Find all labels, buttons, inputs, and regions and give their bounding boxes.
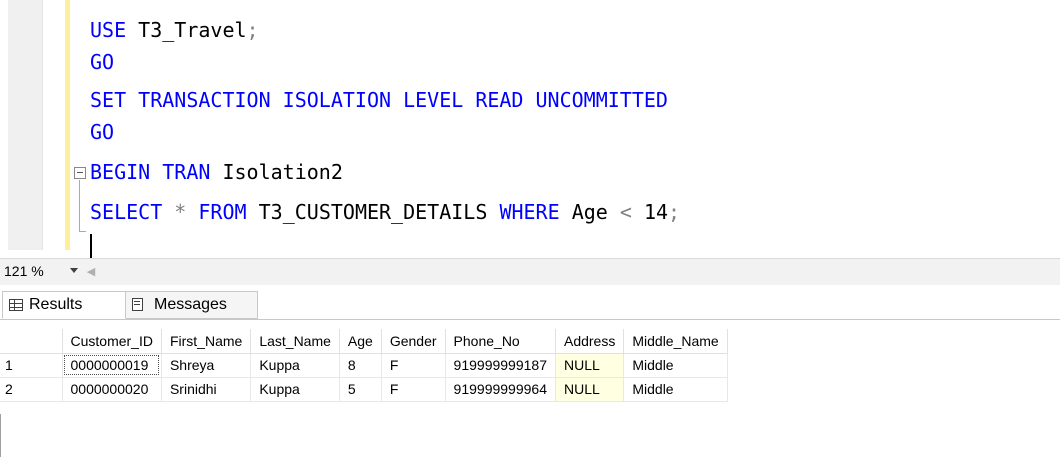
table-cell[interactable]: NULL	[555, 353, 625, 378]
table-cell[interactable]: NULL	[555, 377, 625, 402]
query-editor[interactable]: USE T3_Travel; GO SET TRANSACTION ISOLAT…	[0, 0, 1060, 258]
column-header[interactable]: First_Name	[161, 329, 252, 354]
zoom-level[interactable]: 121 %	[4, 263, 44, 279]
results-pane: Results Messages Customer_ID First_Name …	[0, 285, 1060, 457]
collapse-icon[interactable]	[74, 167, 86, 179]
results-tabs: Results Messages	[0, 285, 1060, 320]
grid-header-row: Customer_ID First_Name Last_Name Age Gen…	[0, 329, 728, 354]
table-cell[interactable]: Middle	[623, 353, 728, 378]
table-cell[interactable]: 0000000019	[62, 353, 162, 378]
pane-border	[0, 414, 1, 457]
code-token: Isolation2	[222, 160, 343, 184]
row-number[interactable]: 2	[0, 377, 63, 402]
code-token: ;	[668, 200, 681, 224]
table-cell[interactable]: 919999999187	[445, 353, 556, 378]
code-token: Age	[571, 200, 620, 224]
code-token: FROM	[198, 200, 259, 224]
table-cell[interactable]: 919999999964	[445, 377, 556, 402]
change-tracking-bar	[65, 0, 70, 250]
code-line[interactable]: BEGIN TRAN Isolation2	[90, 156, 343, 188]
row-number[interactable]: 1	[0, 353, 63, 378]
editor-gutter	[0, 0, 74, 250]
table-cell[interactable]: Shreya	[161, 353, 252, 378]
code-line[interactable]: SELECT * FROM T3_CUSTOMER_DETAILS WHERE …	[90, 196, 680, 228]
code-token: SET TRANSACTION ISOLATION LEVEL READ UNC…	[90, 88, 668, 112]
column-header[interactable]: Gender	[381, 329, 446, 354]
table-row[interactable]: 2 0000000020 Srinidhi Kuppa 5 F 91999999…	[0, 377, 728, 402]
code-line[interactable]: GO	[90, 116, 114, 148]
table-cell[interactable]: F	[381, 353, 446, 378]
table-cell[interactable]: Kuppa	[250, 353, 340, 378]
code-line[interactable]: GO	[90, 46, 114, 78]
column-header[interactable]: Customer_ID	[62, 329, 162, 354]
code-token: SELECT	[90, 200, 175, 224]
table-row[interactable]: 1 0000000019 Shreya Kuppa 8 F 9199999991…	[0, 353, 728, 378]
code-token: GO	[90, 50, 115, 74]
row-number-header[interactable]	[0, 329, 63, 354]
table-cell[interactable]: Middle	[623, 377, 728, 402]
code-token: T3_Travel	[138, 18, 247, 42]
horizontal-scrollbar[interactable]	[100, 259, 1058, 285]
code-token: <	[619, 200, 644, 224]
messages-icon	[132, 298, 148, 312]
fold-guide-end	[79, 231, 86, 232]
code-token: GO	[90, 120, 115, 144]
table-cell[interactable]: Kuppa	[250, 377, 340, 402]
code-token: USE	[90, 18, 139, 42]
tab-label: Messages	[154, 296, 227, 313]
code-token: T3_CUSTOMER_DETAILS	[258, 200, 500, 224]
column-header[interactable]: Middle_Name	[623, 329, 728, 354]
chevron-down-icon[interactable]	[70, 268, 78, 273]
column-header[interactable]: Phone_No	[445, 329, 556, 354]
tab-label: Results	[29, 296, 83, 313]
column-header[interactable]: Age	[339, 329, 382, 354]
editor-status-strip: 121 % ◀	[0, 258, 1060, 286]
code-line[interactable]: SET TRANSACTION ISOLATION LEVEL READ UNC…	[90, 84, 668, 116]
grid-icon	[9, 299, 23, 311]
results-grid[interactable]: Customer_ID First_Name Last_Name Age Gen…	[0, 329, 728, 402]
code-token: *	[174, 200, 199, 224]
table-cell[interactable]: 5	[339, 377, 382, 402]
table-cell[interactable]: 8	[339, 353, 382, 378]
table-cell[interactable]: F	[381, 377, 446, 402]
column-header[interactable]: Last_Name	[250, 329, 340, 354]
column-header[interactable]: Address	[555, 329, 625, 354]
code-token: 14	[643, 200, 669, 224]
scroll-left-icon[interactable]: ◀	[84, 265, 98, 279]
selection-margin[interactable]	[8, 0, 43, 250]
code-token: WHERE	[499, 200, 572, 224]
code-token: BEGIN TRAN	[90, 160, 223, 184]
table-cell[interactable]: Srinidhi	[161, 377, 252, 402]
table-cell[interactable]: 0000000020	[62, 377, 162, 402]
code-line[interactable]: USE T3_Travel;	[90, 14, 259, 46]
code-token: ;	[246, 18, 259, 42]
fold-guide	[79, 180, 80, 232]
tab-results[interactable]: Results	[2, 291, 126, 319]
tab-messages[interactable]: Messages	[126, 291, 258, 319]
text-caret	[90, 234, 92, 258]
